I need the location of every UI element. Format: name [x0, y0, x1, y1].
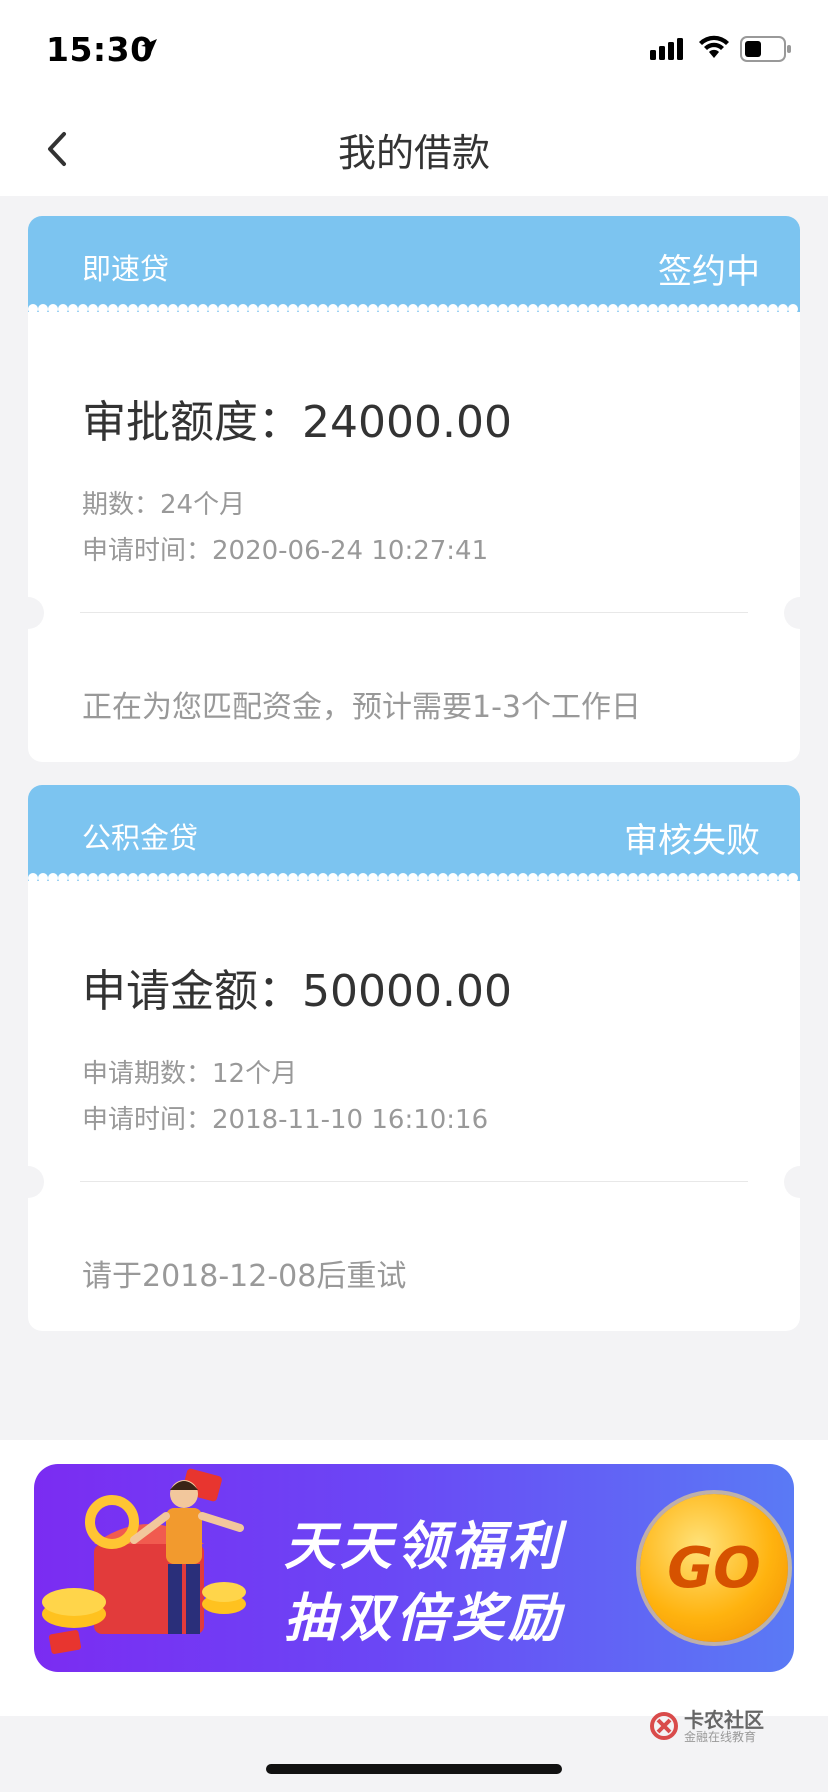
banner-headline: 天天领福利 [284, 1517, 565, 1577]
wifi-icon [699, 35, 729, 58]
loan-status: 签约中 [658, 252, 760, 292]
loan-amount: 申请金额：50000.00 [82, 966, 512, 1017]
ticket-notch [12, 1166, 44, 1198]
kanong-logo-icon [650, 1712, 678, 1740]
character-illustration [42, 1468, 246, 1654]
loan-note: 请于2018-12-08后重试 [82, 1259, 407, 1294]
ticket-notch [12, 597, 44, 629]
loan-card[interactable]: 即速贷 签约中 审批额度：24000.00 期数：24个月 申请时间：2020-… [28, 216, 800, 762]
status-bar: 15:30 [0, 0, 828, 100]
loan-status: 审核失败 [624, 821, 760, 861]
watermark-tagline: 金融在线教育 [684, 1730, 757, 1744]
divider [80, 612, 748, 613]
loan-card-header: 公积金贷 审核失败 [28, 785, 800, 882]
loan-term: 申请期数：12个月 [82, 1059, 298, 1089]
promo-banner[interactable]: 天天领福利 抽双倍奖励 GO [34, 1464, 794, 1672]
watermark-logo: 卡农社区 金融在线教育 [648, 1704, 788, 1748]
loan-term: 期数：24个月 [82, 490, 246, 520]
loan-amount: 审批额度：24000.00 [82, 397, 512, 448]
loan-card[interactable]: 公积金贷 审核失败 申请金额：50000.00 申请期数：12个月 申请时间：2… [28, 785, 800, 1331]
scalloped-edge [28, 297, 800, 313]
ticket-notch [784, 597, 816, 629]
loan-card-header: 即速贷 签约中 [28, 216, 800, 313]
loan-apply-time: 申请时间：2018-11-10 16:10:16 [82, 1105, 489, 1135]
home-indicator[interactable] [266, 1764, 562, 1774]
location-arrow-icon [141, 39, 157, 55]
cellular-signal-icon [650, 38, 683, 60]
go-button-label: GO [667, 1536, 761, 1601]
loan-note: 正在为您匹配资金，预计需要1-3个工作日 [82, 690, 641, 725]
go-button[interactable]: GO [640, 1494, 788, 1642]
nav-bar: 我的借款 [0, 100, 828, 196]
ticket-notch [784, 1166, 816, 1198]
loan-apply-time: 申请时间：2020-06-24 10:27:41 [82, 536, 489, 566]
status-time: 15:30 [46, 30, 154, 69]
page-title: 我的借款 [337, 131, 490, 175]
battery-icon [740, 36, 791, 62]
banner-subheadline: 抽双倍奖励 [284, 1589, 565, 1649]
loan-product-name: 公积金贷 [82, 821, 199, 855]
divider [80, 1181, 748, 1182]
scalloped-edge [28, 866, 800, 882]
loan-product-name: 即速贷 [82, 252, 170, 286]
